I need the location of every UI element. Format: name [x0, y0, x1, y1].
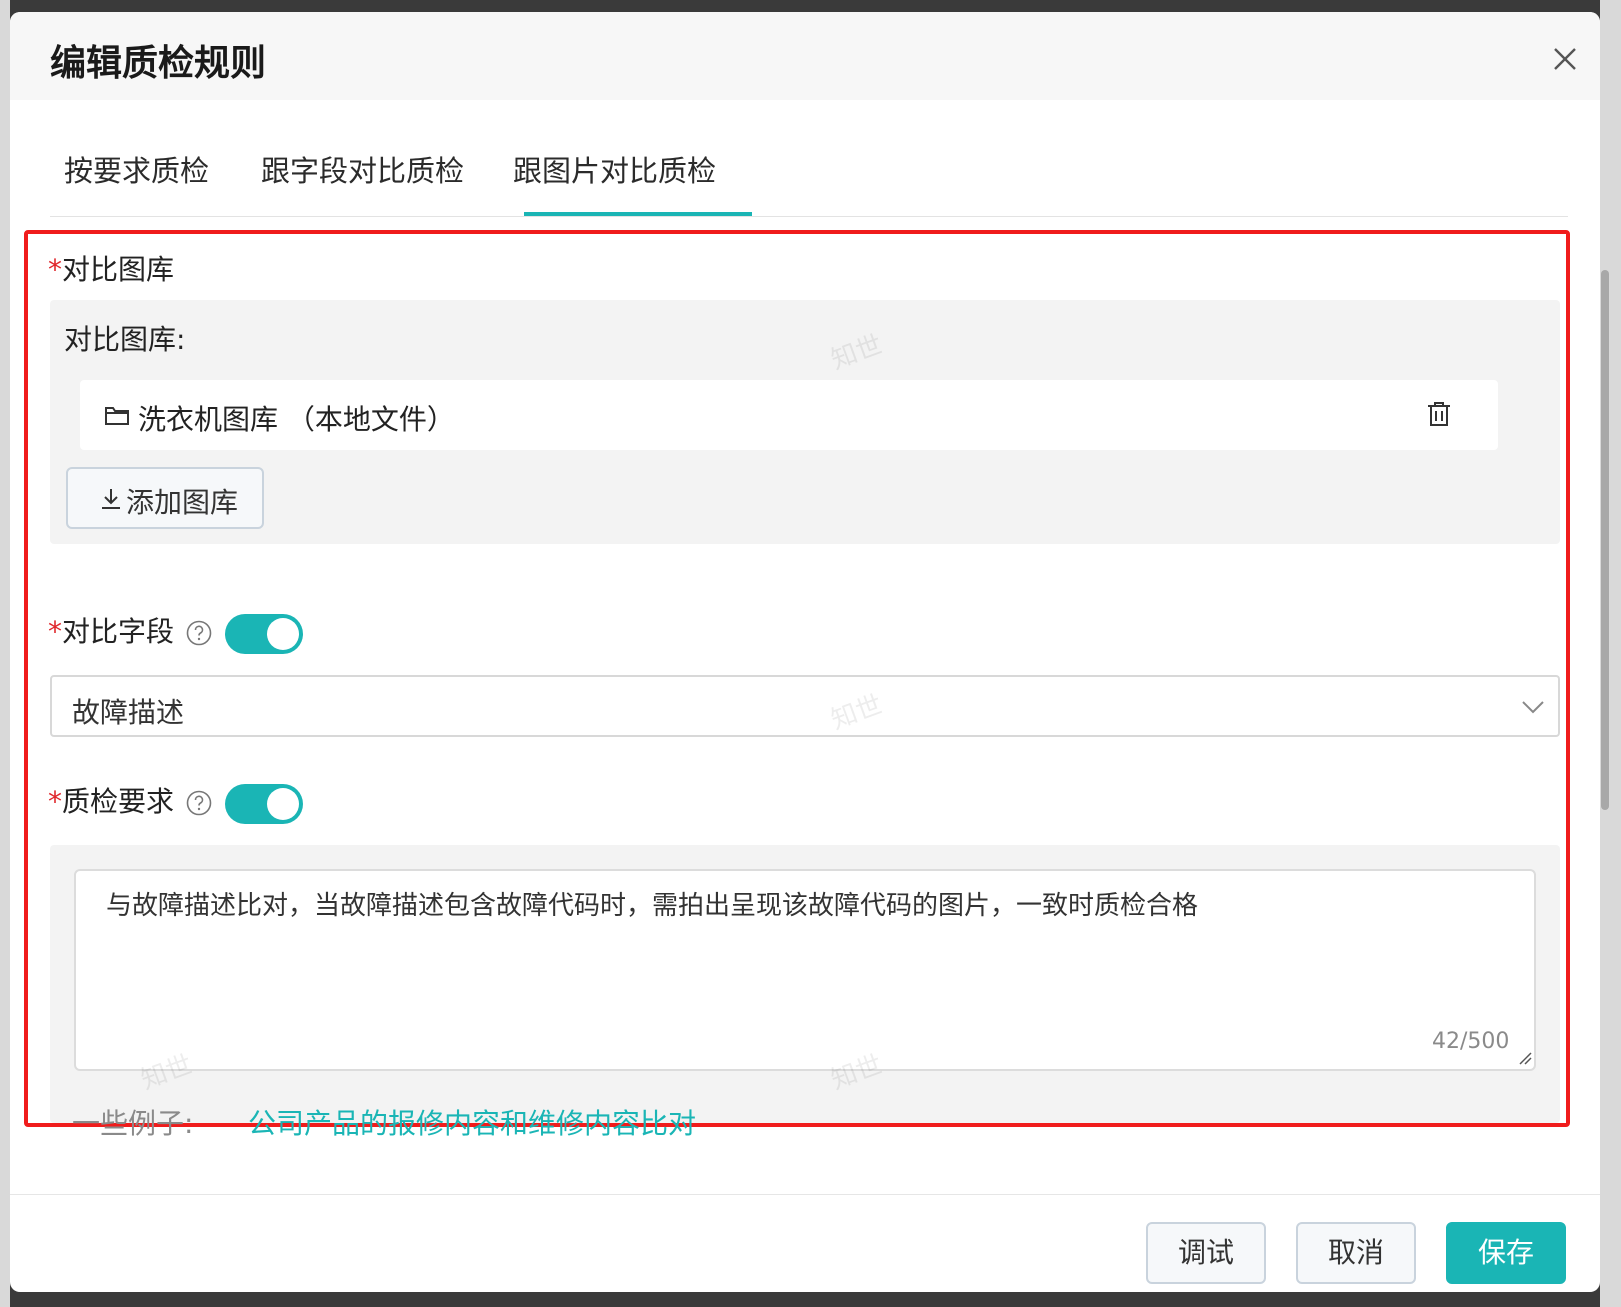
download-icon — [102, 489, 120, 509]
toggle-knob — [267, 788, 299, 820]
folder-icon — [105, 407, 129, 425]
compare-field-label-text: 对比字段 — [62, 615, 175, 648]
footer-divider — [10, 1194, 1600, 1195]
debug-button[interactable]: 调试 — [1146, 1222, 1266, 1284]
examples-label: 一些例子: — [72, 1107, 194, 1140]
tab-requirement-qc[interactable]: 按要求质检 — [64, 148, 209, 190]
background-page-left — [0, 0, 10, 1307]
qc-requirement-label: *质检要求 — [48, 780, 174, 820]
gallery-file-name: 洗衣机图库 （本地文件） — [138, 403, 455, 436]
dialog-header: 编辑质检规则 — [10, 12, 1600, 100]
gallery-inner-label: 对比图库: — [64, 323, 186, 356]
scrollbar[interactable] — [1601, 270, 1609, 810]
question-circle-icon[interactable] — [186, 790, 212, 816]
cancel-button[interactable]: 取消 — [1296, 1222, 1416, 1284]
add-gallery-button[interactable]: 添加图库 — [66, 467, 264, 529]
active-tab-indicator — [524, 212, 752, 216]
add-gallery-label: 添加图库 — [126, 486, 239, 519]
qc-requirement-label-text: 质检要求 — [62, 785, 175, 818]
required-mark: * — [48, 785, 62, 818]
gallery-label-text: 对比图库 — [62, 253, 175, 286]
resize-grip-icon[interactable] — [1516, 1049, 1532, 1065]
tab-image-compare-qc[interactable]: 跟图片对比质检 — [513, 148, 716, 190]
compare-field-select[interactable]: 故障描述 — [50, 675, 1560, 737]
compare-field-toggle[interactable] — [225, 614, 303, 654]
question-circle-icon[interactable] — [186, 620, 212, 646]
char-counter: 42/500 — [1432, 1029, 1510, 1054]
example-link[interactable]: 公司产品的报修内容和维修内容比对 — [248, 1102, 696, 1142]
required-mark: * — [48, 615, 62, 648]
qc-requirement-textarea[interactable]: 与故障描述比对，当故障描述包含故障代码时，需拍出呈现该故障代码的图片，一致时质检… — [74, 869, 1536, 1071]
chevron-down-icon — [1522, 701, 1544, 714]
required-mark: * — [48, 253, 62, 286]
dialog-title: 编辑质检规则 — [50, 43, 267, 84]
trash-icon[interactable] — [1426, 400, 1452, 428]
compare-field-label: *对比字段 — [48, 610, 174, 650]
close-button[interactable] — [1548, 42, 1582, 76]
toggle-knob — [267, 618, 299, 650]
close-icon — [1554, 48, 1576, 70]
edit-qc-rule-dialog: 编辑质检规则 按要求质检 跟字段对比质检 跟图片对比质检 *对比图库 对比图库:… — [10, 12, 1600, 1292]
qc-requirement-text: 与故障描述比对，当故障描述包含故障代码时，需拍出呈现该故障代码的图片，一致时质检… — [106, 891, 1199, 921]
tab-bar: 按要求质检 跟字段对比质检 跟图片对比质检 — [50, 120, 1568, 217]
save-button[interactable]: 保存 — [1446, 1222, 1566, 1284]
tab-field-compare-qc[interactable]: 跟字段对比质检 — [261, 148, 464, 190]
gallery-file-row: 洗衣机图库 （本地文件） — [80, 380, 1498, 450]
qc-requirement-toggle[interactable] — [225, 784, 303, 824]
gallery-label: *对比图库 — [48, 248, 174, 288]
compare-field-select-value: 故障描述 — [72, 696, 185, 729]
